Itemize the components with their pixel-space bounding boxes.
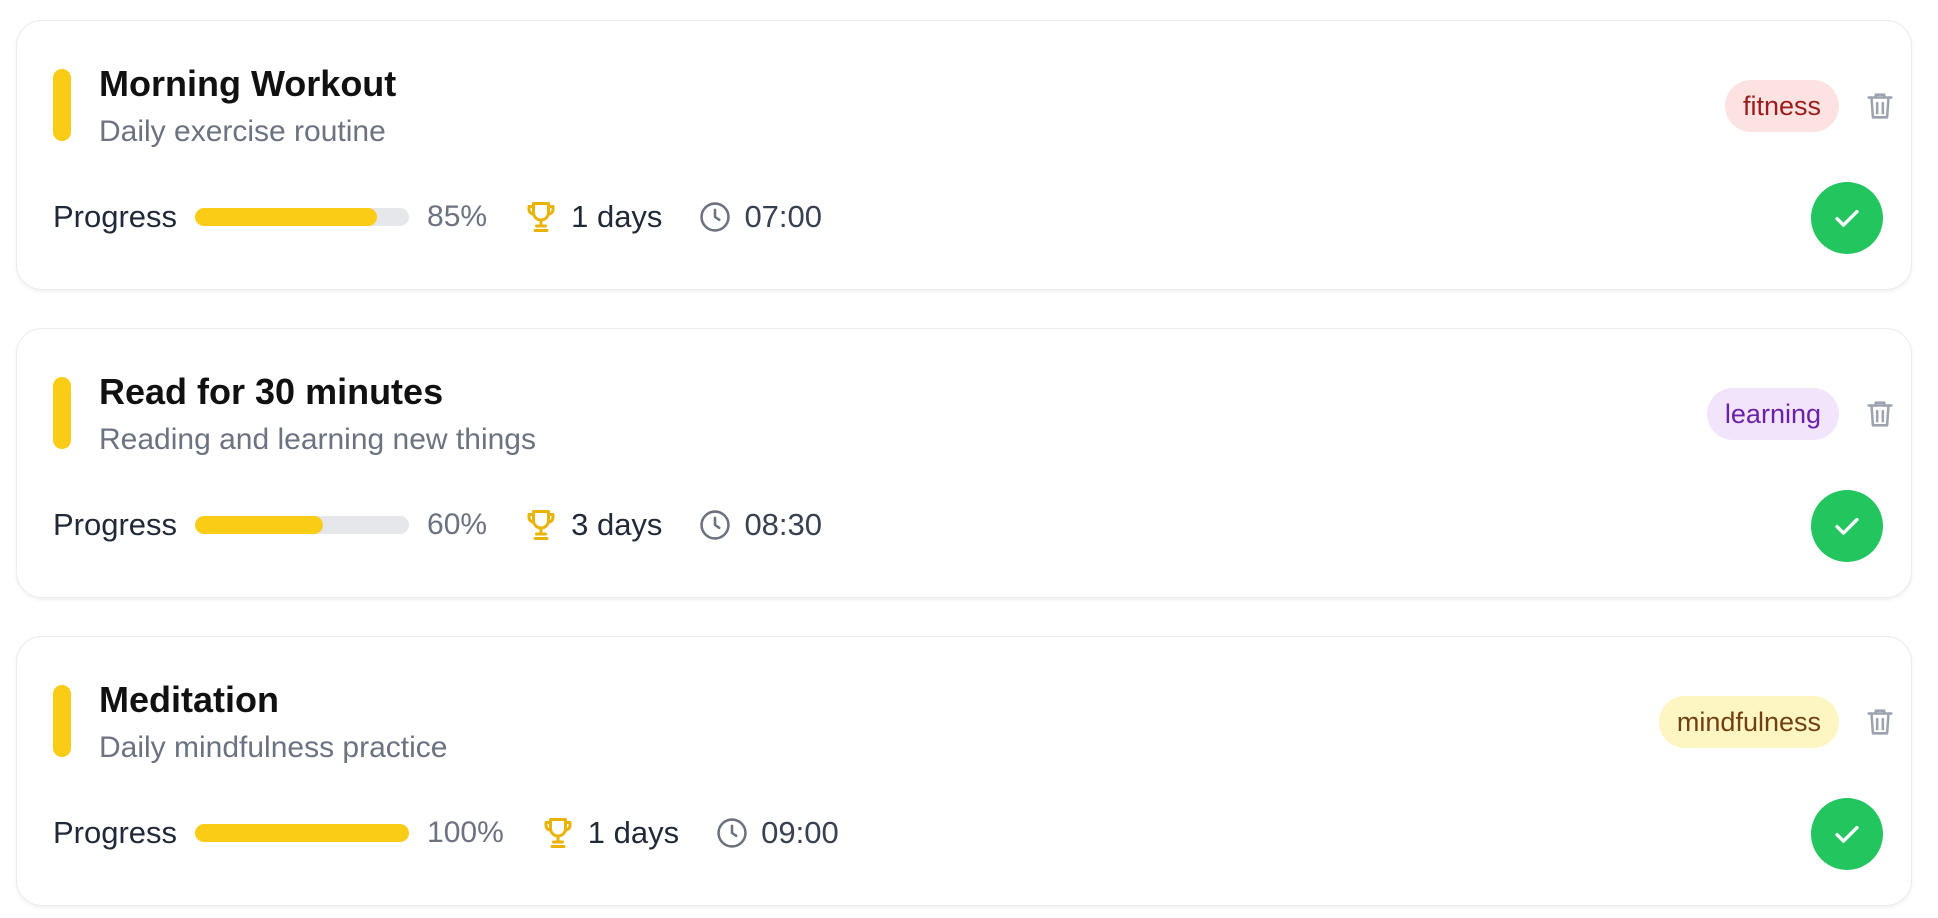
- progress-percent: 85%: [427, 200, 488, 233]
- clock-icon: [700, 202, 731, 232]
- progress-bar: [195, 516, 410, 534]
- category-tag: fitness: [1724, 80, 1839, 132]
- habit-card: Meditation Daily mindfulness practice mi…: [16, 636, 1912, 906]
- habit-meta-row: Progress 100% 1 days 09:00: [53, 809, 839, 857]
- progress-label: Progress: [53, 507, 178, 542]
- progress-bar-fill: [195, 516, 324, 534]
- habit-description: Reading and learning new things: [99, 423, 536, 456]
- progress-bar: [195, 208, 410, 226]
- trash-icon: [1867, 93, 1893, 119]
- habit-meta-row: Progress 85% 1 days 07:00: [53, 193, 822, 241]
- delete-button[interactable]: [1857, 391, 1903, 437]
- progress-bar: [195, 824, 410, 842]
- trash-icon: [1867, 709, 1893, 735]
- check-icon: [1835, 825, 1859, 843]
- habit-title: Read for 30 minutes: [99, 371, 444, 412]
- category-tag: learning: [1706, 388, 1839, 440]
- complete-button[interactable]: [1811, 490, 1883, 562]
- streak-days: 1 days: [587, 815, 680, 850]
- habit-description: Daily mindfulness practice: [99, 731, 448, 764]
- trash-icon: [1867, 401, 1893, 427]
- category-tag: mindfulness: [1658, 696, 1839, 748]
- habit-card: Read for 30 minutes Reading and learning…: [16, 328, 1912, 598]
- delete-button[interactable]: [1857, 699, 1903, 745]
- progress-bar-fill: [195, 208, 377, 226]
- clock-icon: [700, 510, 731, 540]
- complete-button[interactable]: [1811, 798, 1883, 870]
- habit-title: Meditation: [99, 679, 279, 720]
- habit-description: Daily exercise routine: [99, 115, 386, 148]
- check-icon: [1835, 209, 1859, 227]
- complete-button[interactable]: [1811, 182, 1883, 254]
- habit-list: Morning Workout Daily exercise routine f…: [0, 0, 1938, 918]
- habit-accent-bar: [53, 69, 71, 141]
- reminder-time: 07:00: [744, 199, 823, 234]
- streak-days: 1 days: [571, 199, 663, 234]
- trophy-icon: [527, 510, 555, 540]
- habit-title: Morning Workout: [99, 63, 397, 104]
- reminder-time: 08:30: [744, 507, 823, 542]
- reminder-time: 09:00: [761, 815, 839, 850]
- trophy-icon: [527, 202, 555, 232]
- delete-button[interactable]: [1857, 83, 1903, 129]
- streak-days: 3 days: [571, 507, 663, 542]
- habit-meta-row: Progress 60% 3 days 08:30: [53, 501, 822, 549]
- habit-card: Morning Workout Daily exercise routine f…: [16, 20, 1912, 290]
- trophy-icon: [544, 818, 572, 848]
- progress-label: Progress: [53, 815, 178, 850]
- habit-accent-bar: [53, 377, 71, 449]
- check-icon: [1835, 517, 1859, 535]
- progress-percent: 60%: [427, 508, 488, 541]
- habit-accent-bar: [53, 685, 71, 757]
- clock-icon: [717, 818, 747, 848]
- progress-percent: 100%: [427, 816, 504, 849]
- progress-bar-fill: [195, 824, 410, 842]
- progress-label: Progress: [53, 199, 178, 234]
